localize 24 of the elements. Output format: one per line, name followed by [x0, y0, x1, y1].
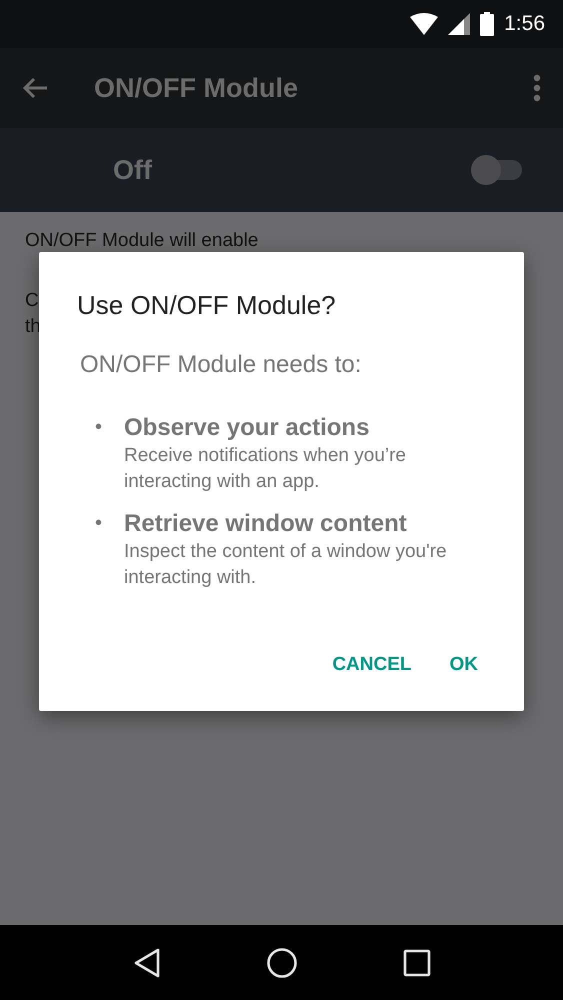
toggle-switch[interactable] — [471, 155, 523, 185]
permission-detail: Inspect the content of a window you're interacting with. — [124, 540, 448, 590]
bullet: • — [95, 511, 102, 536]
status-time: 1:56 — [504, 11, 545, 38]
dialog-title: Use ON/OFF Module? — [77, 289, 337, 322]
more-options-icon[interactable] — [533, 74, 541, 102]
description-text: ON/OFF Module will enable — [25, 229, 258, 253]
switch-label: Off — [113, 154, 153, 187]
toolbar-title: ON/OFF Module — [94, 72, 299, 105]
cancel-button[interactable]: CANCEL — [324, 646, 420, 683]
signal-icon — [448, 13, 470, 35]
ok-button[interactable]: OK — [442, 646, 486, 683]
dialog-intro: ON/OFF Module needs to: — [80, 350, 362, 380]
home-icon[interactable] — [266, 946, 298, 978]
permission-title: Retrieve window content — [124, 509, 408, 539]
description-text: C — [25, 289, 39, 313]
permission-detail: Receive notifications when you’re interacting with an app. — [124, 444, 408, 494]
bullet: • — [95, 415, 102, 440]
wifi-icon — [410, 13, 438, 35]
recents-icon[interactable] — [402, 948, 430, 976]
back-arrow-icon[interactable] — [22, 77, 48, 99]
battery-icon — [480, 12, 494, 36]
back-icon[interactable] — [132, 948, 160, 978]
permission-title: Observe your actions — [124, 413, 370, 443]
